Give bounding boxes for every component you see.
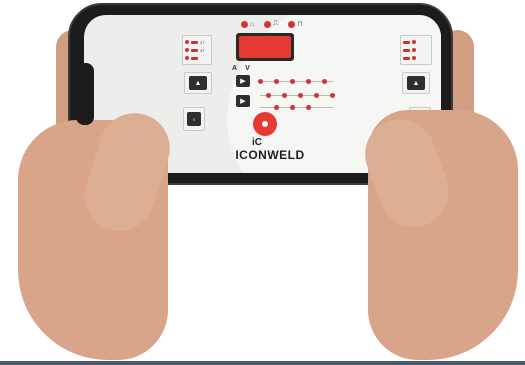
- mode-4t-label: 4T: [200, 47, 205, 53]
- matrix-line: [260, 107, 334, 108]
- led-icon: [288, 20, 296, 28]
- mode-bar: [403, 48, 410, 52]
- mode-bar: [403, 56, 410, 60]
- led-icon: [185, 56, 189, 60]
- indicator-current: ⎍: [264, 20, 278, 28]
- matrix-led[interactable]: [314, 93, 319, 98]
- logo-mark: iC: [252, 137, 262, 148]
- matrix-led[interactable]: [306, 105, 311, 110]
- triangle-up-icon: ▲: [194, 79, 202, 87]
- right-mode-2[interactable]: [403, 46, 429, 54]
- right-mode-1[interactable]: [403, 38, 429, 46]
- parameter-labels: A V: [232, 65, 250, 72]
- status-indicators: ⌂ ⎍ ⊓: [241, 20, 303, 28]
- play-button-top[interactable]: ▶: [236, 75, 250, 87]
- right-up-button[interactable]: ▲: [407, 76, 425, 90]
- matrix-led[interactable]: [306, 79, 311, 84]
- mode-bar: [191, 56, 198, 60]
- play-icon: ▶: [240, 98, 246, 105]
- matrix-led[interactable]: [330, 93, 335, 98]
- matrix-led[interactable]: [266, 93, 271, 98]
- matrix-led[interactable]: [282, 93, 287, 98]
- param-ampere: A: [232, 65, 238, 72]
- power-button-icon: [260, 119, 270, 129]
- mode-bar: [403, 40, 410, 44]
- led-icon: [241, 20, 248, 28]
- thermometer-icon: ⌂: [250, 20, 255, 28]
- bottom-edge: [0, 361, 525, 365]
- param-volt: V: [245, 65, 250, 72]
- matrix-led[interactable]: [298, 93, 303, 98]
- triangle-up-icon: ▲: [412, 79, 420, 87]
- mode-2t-label: 2T: [200, 39, 205, 45]
- mode-2t[interactable]: 2T: [185, 38, 209, 46]
- play-icon: ▶: [240, 78, 246, 85]
- mode-bar: [191, 40, 198, 44]
- matrix-led[interactable]: [322, 79, 327, 84]
- mode-4t[interactable]: 4T: [185, 46, 209, 54]
- led-icon: [412, 56, 416, 60]
- right-mode-3[interactable]: [403, 54, 429, 62]
- parameter-led-matrix: [256, 73, 338, 113]
- indicator-thermal: ⌂: [241, 20, 254, 28]
- power-button[interactable]: [253, 112, 277, 136]
- matrix-led[interactable]: [290, 105, 295, 110]
- left-bottom-button[interactable]: ≡: [187, 112, 201, 126]
- led-icon: [185, 48, 189, 52]
- current-icon: ⎍: [273, 20, 279, 27]
- led-icon: [264, 20, 272, 28]
- led-icon: [185, 40, 189, 44]
- gas-icon: ⊓: [297, 21, 303, 28]
- display-screen: [239, 36, 291, 58]
- led-icon: [412, 48, 416, 52]
- left-mode-selector: 2T 4T: [182, 35, 212, 65]
- indicator-gas: ⊓: [288, 20, 303, 28]
- phone-notch: [76, 63, 94, 125]
- left-up-button[interactable]: ▲: [189, 76, 207, 90]
- digital-display: [236, 33, 294, 61]
- right-mode-selector: [400, 35, 432, 65]
- matrix-led[interactable]: [290, 79, 295, 84]
- matrix-led[interactable]: [258, 79, 263, 84]
- matrix-line: [260, 95, 334, 96]
- mode-bar: [191, 48, 198, 52]
- matrix-led[interactable]: [274, 105, 279, 110]
- play-button-bottom[interactable]: ▶: [236, 95, 250, 107]
- brand-logo: ICONWELD: [235, 148, 305, 162]
- led-icon: [412, 40, 416, 44]
- settings-icon: ≡: [192, 116, 196, 122]
- mode-3[interactable]: [185, 54, 209, 62]
- matrix-led[interactable]: [274, 79, 279, 84]
